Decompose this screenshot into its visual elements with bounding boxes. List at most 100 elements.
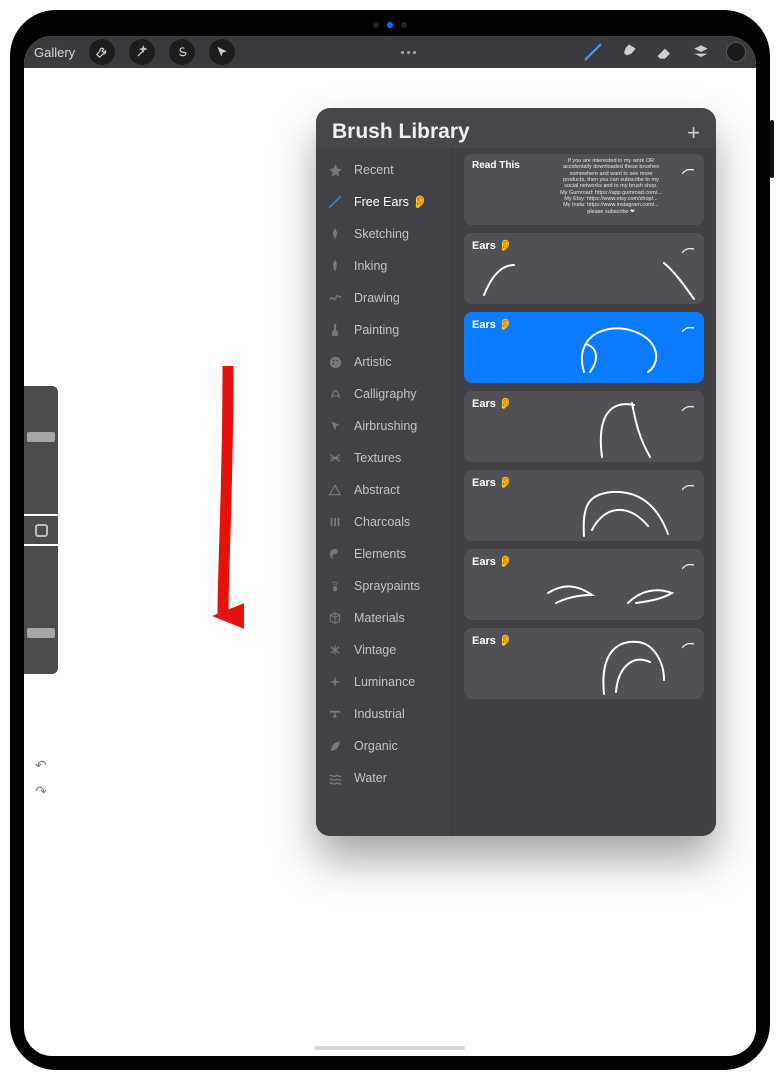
transform-button[interactable] (209, 39, 235, 65)
selection-button[interactable] (169, 39, 195, 65)
brush-item[interactable]: Ears 👂 (464, 233, 704, 304)
layers-button[interactable] (690, 41, 712, 63)
screen: Gallery ↶ ↷ (24, 36, 756, 1056)
category-item[interactable]: Drawing (316, 282, 451, 314)
brush-library-title: Brush Library (332, 120, 470, 144)
category-label: Elements (354, 547, 406, 561)
leaf-icon (326, 737, 344, 755)
category-label: Abstract (354, 483, 400, 497)
camera-notch (10, 22, 770, 28)
brush-item[interactable]: Ears 👂 (464, 549, 704, 620)
brush-library-popover: Brush Library + Recent Free Ears 👂 Sketchi… (316, 108, 716, 836)
s-selection-icon (171, 41, 193, 63)
brush-item[interactable]: Ears 👂 (464, 470, 704, 541)
category-label: Organic (354, 739, 398, 753)
gallery-button[interactable]: Gallery (34, 45, 75, 60)
wrench-icon (91, 41, 113, 63)
paintbrush-icon (326, 321, 344, 339)
category-item[interactable]: Recent (316, 154, 451, 186)
square-icon (35, 524, 48, 537)
asterisk-icon (326, 641, 344, 659)
palette-icon (326, 353, 344, 371)
smudge-tool-button[interactable] (618, 41, 640, 63)
brush-item[interactable]: Ears 👂 (464, 312, 704, 383)
category-label: Sketching (354, 227, 409, 241)
squiggle-icon (326, 289, 344, 307)
category-label: Inking (354, 259, 387, 273)
undo-button[interactable]: ↶ (24, 752, 58, 778)
airbrush-icon (326, 417, 344, 435)
category-item[interactable]: Textures (316, 442, 451, 474)
adjustments-button[interactable] (129, 39, 155, 65)
category-item[interactable]: Inking (316, 250, 451, 282)
category-item[interactable]: Industrial (316, 698, 451, 730)
brush-label: Ears 👂 (472, 476, 696, 489)
category-item[interactable]: Free Ears 👂 (316, 186, 451, 218)
category-label: Calligraphy (354, 387, 417, 401)
category-item[interactable]: Painting (316, 314, 451, 346)
category-label: Water (354, 771, 387, 785)
waves-icon (326, 769, 344, 787)
undo-redo: ↶ ↷ (24, 752, 58, 804)
menu-dots[interactable] (401, 51, 416, 54)
settings-button[interactable] (89, 39, 115, 65)
annotation-arrow-icon (204, 366, 244, 656)
sparkle-icon (326, 673, 344, 691)
wand-icon (131, 41, 153, 63)
brush-opacity-slider[interactable] (24, 546, 58, 674)
category-label: Drawing (354, 291, 400, 305)
eraser-tool-button[interactable] (654, 41, 676, 63)
brush-stroke-indicator-icon (682, 636, 694, 642)
category-label: Painting (354, 323, 399, 337)
ipad-frame: Gallery ↶ ↷ (10, 10, 770, 1070)
category-item[interactable]: Organic (316, 730, 451, 762)
brush-list[interactable]: Read ThisIf you are interested in my wor… (452, 148, 716, 836)
new-brush-button[interactable]: + (687, 127, 700, 138)
star-icon (326, 161, 344, 179)
category-item[interactable]: Elements (316, 538, 451, 570)
category-label: Free Ears 👂 (354, 195, 428, 210)
charcoal-icon (326, 513, 344, 531)
category-item[interactable]: Charcoals (316, 506, 451, 538)
spray-icon (326, 577, 344, 595)
power-button-bump (770, 120, 774, 178)
category-label: Industrial (354, 707, 405, 721)
color-button[interactable] (726, 42, 746, 62)
redo-button[interactable]: ↷ (24, 778, 58, 804)
brush-stroke-indicator-icon (682, 241, 694, 247)
anvil-icon (326, 705, 344, 723)
category-item[interactable]: Vintage (316, 634, 451, 666)
brush-tool-button[interactable] (582, 41, 604, 63)
left-sliders (24, 386, 58, 674)
brush-stroke-indicator-icon (682, 478, 694, 484)
brush-stroke-indicator-icon (682, 557, 694, 563)
brush-label: Ears 👂 (472, 397, 696, 410)
category-item[interactable]: Airbrushing (316, 410, 451, 442)
brush-item[interactable]: Read ThisIf you are interested in my wor… (464, 154, 704, 225)
brush-item[interactable]: Ears 👂 (464, 628, 704, 699)
brush-stroke-indicator-icon (682, 320, 694, 326)
eyedropper-button[interactable] (24, 516, 58, 544)
category-item[interactable]: Calligraphy (316, 378, 451, 410)
category-item[interactable]: Materials (316, 602, 451, 634)
category-item[interactable]: Artistic (316, 346, 451, 378)
brush-icon (326, 193, 344, 211)
calligraphy-icon (326, 385, 344, 403)
category-item[interactable]: Luminance (316, 666, 451, 698)
brush-size-slider[interactable] (24, 386, 58, 514)
top-toolbar: Gallery (24, 36, 756, 68)
home-indicator (315, 1046, 465, 1050)
category-label: Airbrushing (354, 419, 417, 433)
triangle-icon (326, 481, 344, 499)
category-label: Spraypaints (354, 579, 420, 593)
category-list[interactable]: Recent Free Ears 👂 Sketching Inking Drawing P… (316, 148, 452, 836)
category-item[interactable]: Sketching (316, 218, 451, 250)
brush-item[interactable]: Ears 👂 (464, 391, 704, 462)
category-item[interactable]: Water (316, 762, 451, 794)
nib-icon (326, 257, 344, 275)
category-item[interactable]: Abstract (316, 474, 451, 506)
brush-stroke-indicator-icon (682, 399, 694, 405)
brush-label: Ears 👂 (472, 239, 696, 252)
category-label: Charcoals (354, 515, 410, 529)
category-item[interactable]: Spraypaints (316, 570, 451, 602)
